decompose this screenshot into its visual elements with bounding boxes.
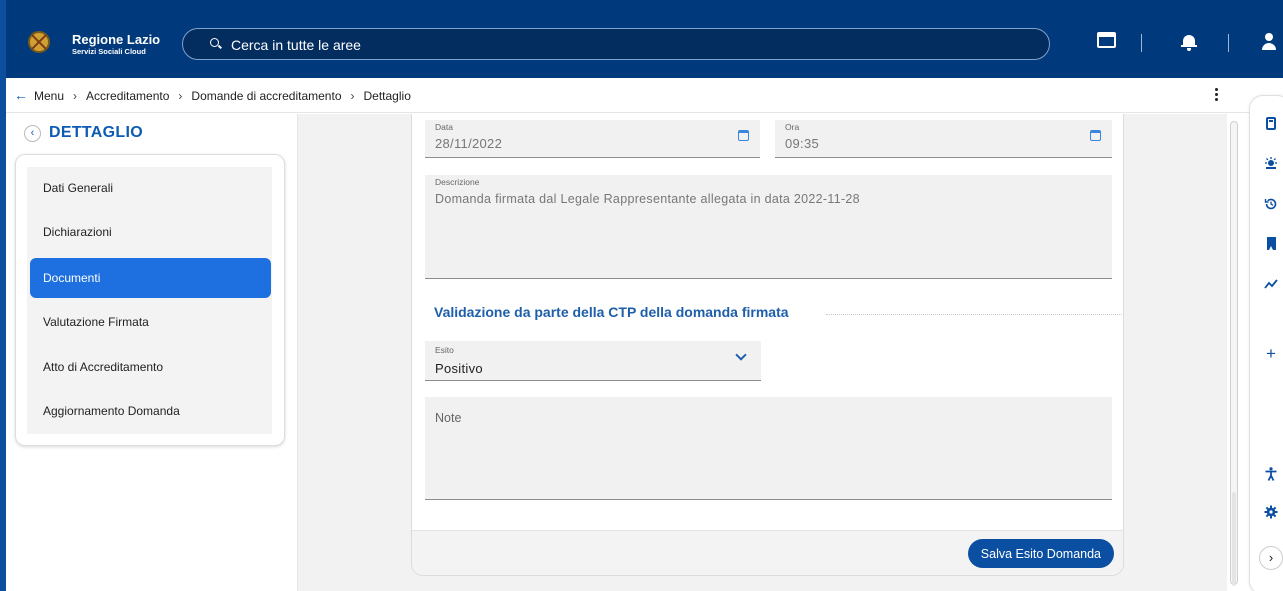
scrollbar-grip[interactable]	[1232, 492, 1236, 586]
calendar-icon[interactable]	[738, 130, 749, 141]
breadcrumb: Menu › Accreditamento › Domande di accre…	[34, 89, 411, 103]
document-card: Data 28/11/2022 Ora 09:35 Descrizione Do…	[411, 114, 1124, 576]
sidebar-item-aggiornamento-domanda[interactable]: Aggiornamento Domanda	[27, 391, 272, 431]
sidebar-header: ‹ DETTAGLIO	[24, 124, 143, 142]
section-title: Validazione da parte della CTP della dom…	[434, 304, 789, 320]
ora-value: 09:35	[785, 136, 820, 151]
accessibility-icon[interactable]	[1264, 467, 1278, 481]
app-title: Regione Lazio	[72, 32, 161, 47]
breadcrumb-item-dettaglio: Dettaglio	[363, 89, 411, 103]
descrizione-value: Domanda firmata dal Legale Rappresentant…	[435, 192, 860, 206]
sidebar-nav: Dati Generali Dichiarazioni Documenti Va…	[27, 167, 272, 434]
search-input[interactable]	[231, 36, 1011, 54]
global-search	[182, 28, 1050, 60]
section-divider	[826, 314, 1123, 315]
chevron-right-icon[interactable]: ›	[1259, 546, 1283, 570]
trend-icon[interactable]	[1264, 277, 1278, 291]
sidebar: ‹ DETTAGLIO Dati Generali Dichiarazioni …	[6, 114, 298, 591]
search-icon	[210, 38, 219, 47]
ora-field[interactable]: Ora 09:35	[775, 120, 1112, 158]
breadcrumb-item-menu[interactable]: Menu	[34, 89, 64, 103]
esito-label: Esito	[435, 345, 454, 355]
bell-icon[interactable]	[1181, 33, 1197, 51]
chevron-left-icon[interactable]: ‹	[24, 124, 41, 142]
calendar-icon[interactable]	[1090, 130, 1101, 141]
data-value: 28/11/2022	[435, 136, 503, 151]
top-bar: Regione Lazio Servizi Sociali Cloud	[0, 0, 1283, 78]
breadcrumb-bar: ← Menu › Accreditamento › Domande di acc…	[6, 78, 1283, 113]
save-outcome-button[interactable]: Salva Esito Domanda	[967, 539, 1114, 568]
bookmark-icon[interactable]	[1267, 237, 1276, 250]
descrizione-field[interactable]: Descrizione Domanda firmata dal Legale R…	[425, 175, 1112, 279]
data-field[interactable]: Data 28/11/2022	[425, 120, 760, 158]
descrizione-label: Descrizione	[435, 177, 480, 187]
sidebar-item-atto-di-accreditamento[interactable]: Atto di Accreditamento	[27, 347, 272, 387]
chevron-right-icon: ›	[178, 89, 183, 103]
history-icon[interactable]	[1264, 197, 1278, 211]
plus-icon[interactable]: +	[1264, 345, 1278, 362]
note-placeholder: Note	[435, 411, 462, 425]
chevron-right-icon: ›	[350, 89, 355, 103]
card-footer: Salva Esito Domanda	[412, 530, 1123, 575]
app-subtitle: Servizi Sociali Cloud	[72, 47, 146, 56]
esito-select[interactable]: Esito Positivo	[425, 341, 761, 381]
scrollbar[interactable]	[1230, 121, 1238, 586]
chevron-down-icon[interactable]	[735, 349, 747, 361]
sidebar-item-valutazione-firmata[interactable]: Valutazione Firmata	[27, 302, 272, 342]
data-label: Data	[435, 122, 453, 132]
main-content: Data 28/11/2022 Ora 09:35 Descrizione Do…	[298, 114, 1227, 591]
sidebar-title: DETTAGLIO	[49, 124, 143, 141]
sidebar-nav-card: Dati Generali Dichiarazioni Documenti Va…	[15, 154, 285, 446]
sidebar-item-dati-generali[interactable]: Dati Generali	[27, 168, 272, 208]
breadcrumb-item-domande[interactable]: Domande di accreditamento	[191, 89, 341, 103]
back-arrow-icon[interactable]: ←	[14, 88, 28, 102]
ora-label: Ora	[785, 122, 800, 132]
sidebar-item-documenti[interactable]: Documenti	[30, 258, 271, 298]
regione-lazio-logo-icon[interactable]	[28, 31, 50, 53]
sidebar-item-dichiarazioni[interactable]: Dichiarazioni	[27, 212, 272, 252]
note-field[interactable]: Note	[425, 397, 1112, 500]
weather-icon[interactable]	[1264, 157, 1278, 171]
header-divider	[1141, 34, 1142, 52]
breadcrumb-item-accreditamento[interactable]: Accreditamento	[86, 89, 169, 103]
calculator-icon[interactable]	[1266, 117, 1276, 130]
user-icon[interactable]	[1261, 33, 1277, 51]
brand[interactable]: Regione Lazio Servizi Sociali Cloud	[72, 33, 160, 56]
right-toolbar: + ›	[1249, 95, 1283, 591]
window-icon[interactable]	[1097, 32, 1116, 48]
page: Regione Lazio Servizi Sociali Cloud ← Me…	[0, 0, 1283, 591]
more-options-icon[interactable]	[1215, 88, 1219, 104]
section-title-row: Validazione da parte della CTP della dom…	[434, 304, 1123, 324]
settings-icon[interactable]	[1264, 505, 1278, 519]
header-divider	[1228, 34, 1229, 52]
esito-value: Positivo	[435, 361, 483, 376]
chevron-right-icon: ›	[73, 89, 78, 103]
